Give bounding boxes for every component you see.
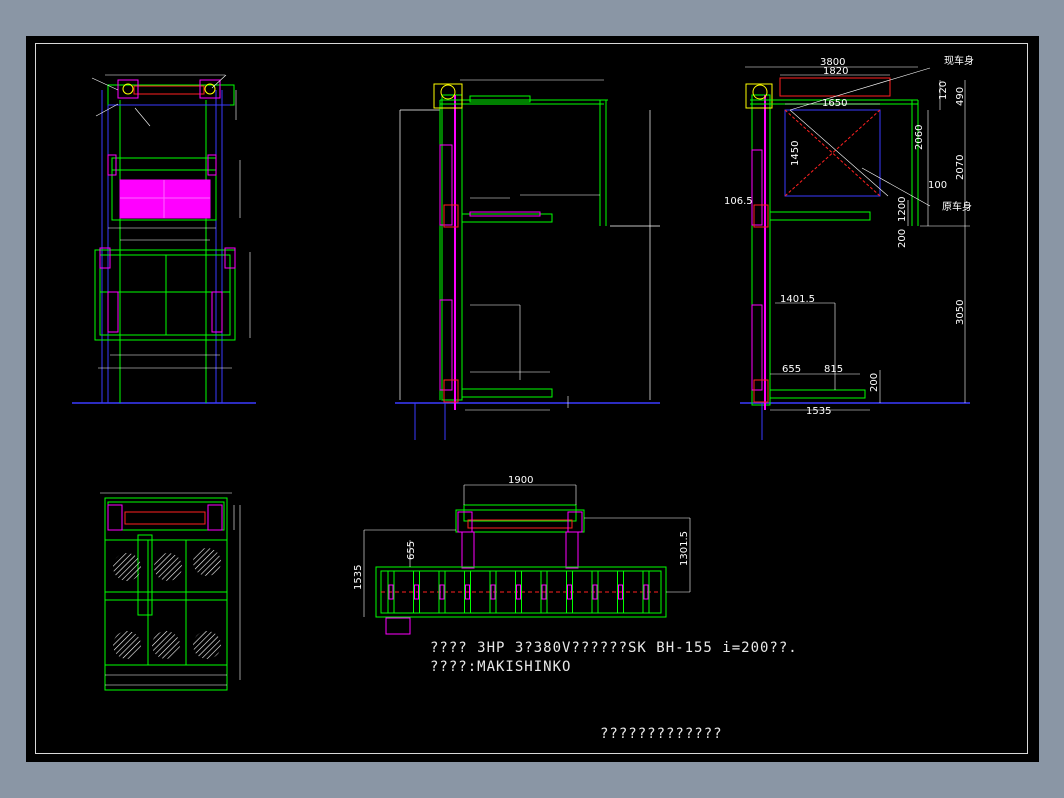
plan-view-left (100, 492, 241, 691)
dim-815: 815 (824, 364, 843, 375)
dim-655: 655 (782, 364, 801, 375)
dim-1820: 1820 (823, 66, 848, 77)
label-current-car-body: 现车身 (944, 54, 974, 67)
right-elevation-view (740, 66, 970, 440)
dim-655-plan: 655 (406, 541, 417, 560)
hatched-wheel-pads (113, 548, 221, 659)
front-elevation-view (72, 74, 256, 404)
dim-200: 200 (897, 229, 908, 248)
dim-1535: 1535 (806, 406, 831, 417)
dim-2060: 2060 (914, 125, 925, 150)
cad-drawing: 3800 1820 1650 1450 120 490 2060 2070 10… (72, 54, 974, 691)
dim-200-lower: 200 (869, 373, 880, 392)
label-original-car-body: 原车身 (942, 200, 972, 213)
conveyor-rollers (387, 570, 650, 614)
dim-100: 100 (928, 180, 947, 191)
dim-1301-5: 1301.5 (679, 531, 690, 566)
dim-2070: 2070 (955, 155, 966, 180)
title-block-text: ????????????? (600, 726, 723, 742)
dim-1401-5: 1401.5 (780, 294, 815, 305)
dim-1200: 1200 (897, 197, 908, 222)
hatched-circle-icon (193, 631, 221, 659)
hatched-circle-icon (152, 631, 180, 659)
hatched-circle-icon (154, 553, 182, 581)
hatched-circle-icon (113, 553, 141, 581)
dim-106-5: 106.5 (724, 196, 753, 207)
dim-1450: 1450 (790, 141, 801, 166)
motor-spec-note: ???? 3HP 3?380V??????SK BH-155 i=200??. (430, 640, 798, 656)
hatched-circle-icon (113, 631, 141, 659)
dim-120: 120 (938, 81, 949, 100)
hatched-circle-icon (193, 548, 221, 576)
dim-3050: 3050 (955, 300, 966, 325)
dim-490: 490 (955, 87, 966, 106)
dim-1535-plan: 1535 (353, 565, 364, 590)
dim-1900: 1900 (508, 475, 533, 486)
side-elevation-view (395, 79, 660, 440)
maker-note: ????:MAKISHINKO (430, 659, 572, 675)
dim-1650: 1650 (822, 98, 847, 109)
